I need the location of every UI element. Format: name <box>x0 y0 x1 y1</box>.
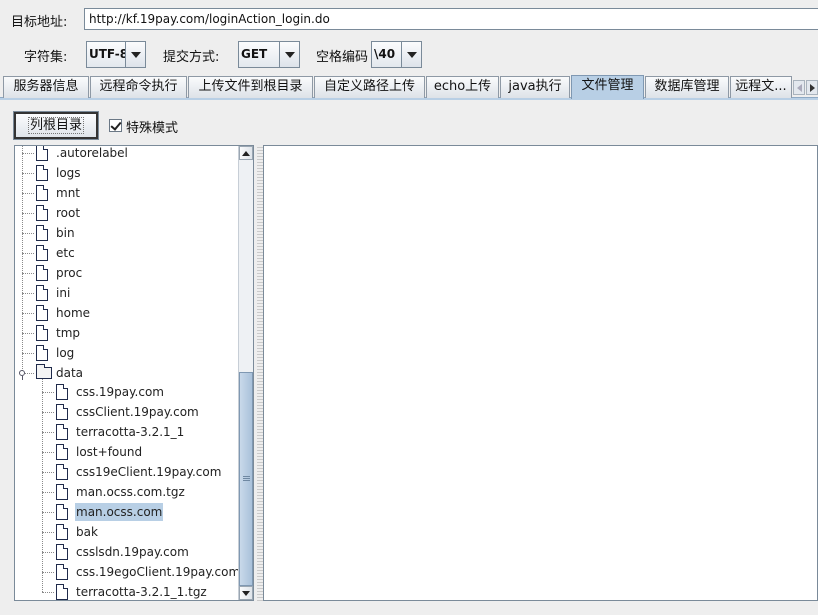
tree-node-label: root <box>56 206 81 220</box>
file-icon <box>56 384 68 400</box>
tree-node-label: mnt <box>56 186 80 200</box>
file-content-panel[interactable] <box>263 145 818 601</box>
tab-file-manager[interactable]: 文件管理 <box>571 75 644 99</box>
tab-java-exec[interactable]: java执行 <box>500 76 570 98</box>
expand-toggle-icon[interactable] <box>19 370 25 380</box>
file-tree[interactable]: .autorelabel logs mnt root bin etc proc ini home… <box>14 145 254 601</box>
file-icon <box>36 265 48 281</box>
tree-node-label: log <box>56 346 75 360</box>
tree-node-label: man.ocss.com.tgz <box>76 485 185 499</box>
file-icon <box>56 524 68 540</box>
file-icon <box>36 225 48 241</box>
tree-node-label: bak <box>76 525 98 539</box>
scrollbar-thumb[interactable] <box>239 372 253 586</box>
charset-value: UTF-8 <box>89 47 129 61</box>
charset-select[interactable]: UTF-8 <box>86 41 146 68</box>
tree-node-label: man.ocss.com <box>75 503 164 521</box>
charset-label: 字符集: <box>24 50 68 65</box>
submit-method-select[interactable]: GET <box>238 41 300 68</box>
scroll-down-icon[interactable] <box>239 586 253 600</box>
tree-node-label: css.19pay.com <box>76 385 164 399</box>
list-root-button[interactable]: 列根目录 <box>13 111 99 140</box>
file-icon <box>56 504 68 520</box>
space-encoding-select[interactable]: \40 <box>371 41 422 68</box>
tree-scrollbar[interactable] <box>238 146 253 600</box>
file-icon <box>56 564 68 580</box>
file-icon <box>56 464 68 480</box>
tree-node-label: cssClient.19pay.com <box>76 405 199 419</box>
file-icon <box>36 305 48 321</box>
tree-node-label: ini <box>56 286 71 300</box>
chevron-down-icon[interactable] <box>279 42 299 67</box>
tree-node-label: lost+found <box>76 445 143 459</box>
tree-node-label: .autorelabel <box>56 146 128 160</box>
file-icon <box>36 245 48 261</box>
tree-node-label: css.19egoClient.19pay.com <box>76 565 241 579</box>
tree-node-label: data <box>56 366 84 380</box>
special-mode-checkbox[interactable] <box>109 119 122 132</box>
tree-node-label: terracotta-3.2.1_1 <box>76 425 185 439</box>
tree-node-label: tmp <box>56 326 81 340</box>
submit-method-label: 提交方式: <box>163 50 220 65</box>
scroll-up-icon[interactable] <box>239 146 253 160</box>
tab-echo-upload[interactable]: echo上传 <box>426 76 499 98</box>
file-icon <box>56 424 68 440</box>
tree-node-label: etc <box>56 246 75 260</box>
file-icon <box>36 325 48 341</box>
tree-node-label: css19eClient.19pay.com <box>76 465 222 479</box>
tree-node-label: proc <box>56 266 83 280</box>
submit-method-value: GET <box>241 47 268 61</box>
chevron-down-icon[interactable] <box>401 42 421 67</box>
folder-open-icon <box>36 364 52 379</box>
tree-node-label: home <box>56 306 91 320</box>
space-encoding-label: 空格编码 <box>316 50 369 65</box>
file-icon <box>56 444 68 460</box>
target-url-input[interactable]: http://kf.19pay.com/loginAction_login.do <box>84 8 818 30</box>
tab-remote-command[interactable]: 远程命令执行 <box>90 76 187 98</box>
tree-node-label: bin <box>56 226 75 240</box>
tree-node-label: terracotta-3.2.1_1.tgz <box>76 585 207 599</box>
file-icon <box>36 146 48 161</box>
tab-custom-upload[interactable]: 自定义路径上传 <box>314 76 425 98</box>
file-icon <box>36 285 48 301</box>
tab-scroll-right-icon[interactable] <box>806 80 818 95</box>
file-icon <box>56 404 68 420</box>
chevron-down-icon[interactable] <box>125 42 145 67</box>
tab-server-info[interactable]: 服务器信息 <box>3 76 89 98</box>
file-icon <box>36 185 48 201</box>
file-icon <box>36 165 48 181</box>
tree-node-label: csslsdn.19pay.com <box>76 545 189 559</box>
file-icon <box>36 205 48 221</box>
space-encoding-value: \40 <box>374 47 396 61</box>
tree-node-label: logs <box>56 166 81 180</box>
tab-upload-root[interactable]: 上传文件到根目录 <box>188 76 313 98</box>
file-icon <box>56 484 68 500</box>
target-url-label: 目标地址: <box>11 15 68 30</box>
tab-database[interactable]: 数据库管理 <box>645 76 729 98</box>
file-icon <box>36 345 48 361</box>
tab-remote-file[interactable]: 远程文... <box>730 76 792 98</box>
special-mode-label: 特殊模式 <box>126 121 179 136</box>
tab-scroll-left-icon[interactable] <box>793 80 805 95</box>
file-icon <box>56 584 68 600</box>
list-root-label: 列根目录 <box>27 117 84 134</box>
file-icon <box>56 544 68 560</box>
